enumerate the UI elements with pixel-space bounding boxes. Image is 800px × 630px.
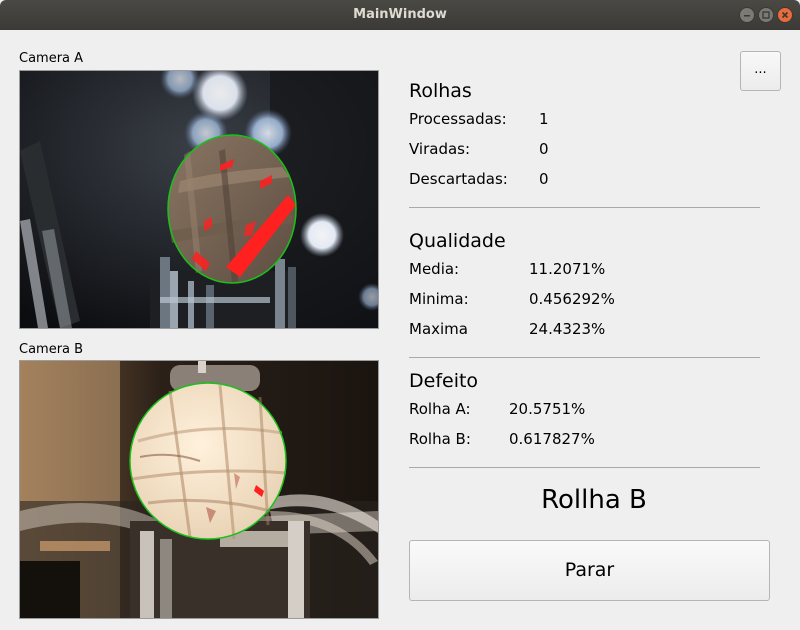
minima-value: 0.456292% [529, 290, 615, 308]
stop-button[interactable]: Parar [409, 540, 770, 601]
descartadas-label: Descartadas: [409, 170, 508, 188]
separator-2 [409, 357, 760, 358]
maxima-value: 24.4323% [529, 320, 606, 338]
viradas-value: 0 [539, 140, 549, 158]
camera-a-label: Camera A [19, 51, 84, 66]
processadas-value: 1 [539, 110, 549, 128]
camera-a-view [19, 70, 379, 329]
rolha-b-label: Rolha B: [409, 430, 471, 448]
media-value: 11.2071% [529, 260, 606, 278]
camera-a-image [20, 71, 378, 328]
rolha-b-value: 0.617827% [509, 430, 595, 448]
viradas-label: Viradas: [409, 140, 471, 158]
media-label: Media: [409, 260, 460, 278]
window-title: MainWindow [353, 7, 447, 22]
camera-b-image [20, 361, 378, 618]
minimize-button[interactable] [739, 7, 755, 23]
rolha-a-label: Rolha A: [409, 400, 471, 418]
minima-label: Minima: [409, 290, 469, 308]
close-icon [781, 11, 789, 19]
window-titlebar[interactable]: MainWindow [0, 0, 800, 30]
camera-b-view [19, 360, 379, 619]
separator-1 [409, 207, 760, 208]
maximize-button[interactable] [758, 7, 774, 23]
maxima-label: Maxima [409, 320, 468, 338]
defeito-title: Defeito [409, 370, 479, 392]
camera-b-label: Camera B [19, 342, 84, 357]
close-button[interactable] [777, 7, 793, 23]
maximize-icon [762, 11, 770, 19]
processadas-label: Processadas: [409, 110, 507, 128]
rolha-a-value: 20.5751% [509, 400, 586, 418]
qualidade-title: Qualidade [409, 230, 506, 252]
options-button[interactable]: ... [740, 51, 781, 91]
minimize-icon [744, 15, 750, 17]
descartadas-value: 0 [539, 170, 549, 188]
rolhas-title: Rolhas [409, 80, 472, 102]
separator-3 [409, 467, 760, 468]
current-cork-status: Rollha B [541, 485, 647, 515]
